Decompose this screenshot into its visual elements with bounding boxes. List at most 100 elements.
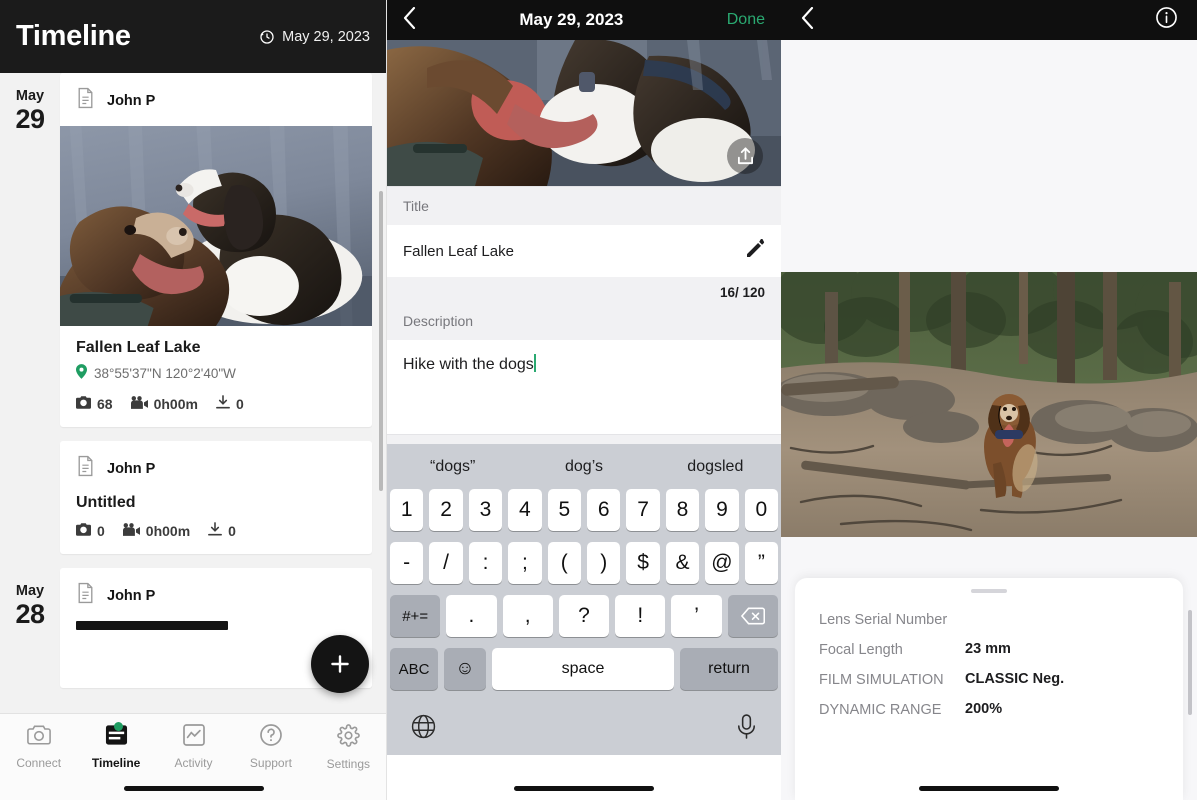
- header-date[interactable]: May 29, 2023: [259, 29, 370, 45]
- key-1[interactable]: 1: [389, 489, 424, 531]
- day-cards: John P: [60, 73, 386, 568]
- sidebar-item-timeline[interactable]: Timeline: [77, 722, 154, 770]
- stat-duration-value: 0h00m: [145, 522, 191, 539]
- key-space[interactable]: space: [492, 648, 674, 690]
- card-header: John P: [60, 441, 372, 494]
- timeline-card[interactable]: John P: [60, 73, 372, 427]
- history-clock-icon: [259, 29, 275, 45]
- stat-duration: 0h00m: [130, 396, 198, 412]
- key-paren-close[interactable]: ): [587, 542, 621, 584]
- card-meta: Fallen Leaf Lake 38°55'37"N 120°2'40"W 6…: [60, 326, 372, 427]
- document-icon: [76, 455, 95, 482]
- editor-header: May 29, 2023 Done: [387, 0, 781, 40]
- day-label: May 29: [0, 73, 60, 133]
- key-colon[interactable]: :: [468, 542, 503, 584]
- page-title: Timeline: [16, 20, 131, 52]
- info-circle-icon[interactable]: [1156, 7, 1177, 33]
- suggestion-0[interactable]: “dogs”: [387, 458, 518, 476]
- key-paren-open[interactable]: (: [547, 542, 581, 584]
- sidebar-item-label: Activity: [174, 756, 213, 770]
- key-return[interactable]: return: [680, 648, 778, 690]
- detail-canvas: [781, 40, 1197, 272]
- pencil-edit-icon[interactable]: [745, 238, 765, 263]
- key-4[interactable]: 4: [508, 489, 542, 531]
- keyboard-row-bottom: ABC ☺ space return: [387, 648, 781, 701]
- key-0[interactable]: 0: [744, 489, 779, 531]
- key-6[interactable]: 6: [587, 489, 621, 531]
- day-month: May: [15, 88, 45, 104]
- stat-photos-value: 68: [97, 395, 113, 412]
- key-8[interactable]: 8: [665, 489, 700, 531]
- key-symbols-toggle[interactable]: #+=: [390, 595, 441, 637]
- description-input[interactable]: Hike with the dogs: [387, 340, 781, 434]
- key-question[interactable]: ?: [558, 595, 610, 637]
- title-field-label: Title: [387, 186, 781, 225]
- timeline-scrollbar[interactable]: [379, 191, 383, 491]
- share-upload-icon[interactable]: [727, 138, 763, 174]
- key-9[interactable]: 9: [705, 489, 739, 531]
- card-header: John P: [60, 73, 372, 126]
- key-comma[interactable]: ,: [502, 595, 553, 637]
- key-3[interactable]: 3: [468, 489, 503, 531]
- card-photo[interactable]: [60, 126, 372, 326]
- description-field-label: Description: [387, 302, 781, 340]
- timeline-panel: Timeline May 29, 2023 May 29 John P Fall…: [0, 0, 387, 800]
- globe-icon[interactable]: [411, 714, 436, 744]
- sidebar-item-connect[interactable]: Connect: [0, 724, 77, 770]
- key-5[interactable]: 5: [547, 489, 581, 531]
- home-indicator: [123, 786, 264, 791]
- stat-photos: 0: [75, 522, 105, 539]
- exif-row: FILM SIMULATION CLASSIC Neg.: [795, 667, 1183, 697]
- key-exclamation[interactable]: !: [615, 595, 666, 637]
- key-dollar[interactable]: $: [626, 542, 660, 584]
- key-quote[interactable]: ”: [744, 542, 779, 584]
- key-2[interactable]: 2: [429, 489, 463, 531]
- location-pin-icon: [76, 364, 87, 382]
- sidebar-item-settings[interactable]: Settings: [310, 724, 386, 771]
- key-ampersand[interactable]: &: [665, 542, 700, 584]
- card-title: Untitled: [76, 494, 136, 511]
- exif-scrollbar[interactable]: [1188, 610, 1192, 715]
- suggestion-2[interactable]: dogsled: [650, 458, 781, 476]
- timeline-card[interactable]: John P Untitled 0 0h00m 0: [60, 441, 372, 554]
- microphone-icon[interactable]: [736, 714, 757, 744]
- suggestion-1[interactable]: dog’s: [518, 458, 649, 476]
- exif-key: Focal Length: [819, 642, 903, 658]
- key-apostrophe[interactable]: ’: [671, 595, 722, 637]
- exif-key: FILM SIMULATION: [819, 672, 944, 688]
- keyboard-row-symbols: - / : ; ( ) $ & @ ”: [387, 542, 781, 595]
- stat-downloads: 0: [208, 522, 236, 539]
- emoji-icon[interactable]: ☺: [444, 648, 486, 690]
- add-entry-button[interactable]: [311, 635, 369, 693]
- done-button[interactable]: Done: [727, 11, 765, 29]
- key-at[interactable]: @: [705, 542, 739, 584]
- sidebar-item-activity[interactable]: Activity: [155, 724, 232, 770]
- key-7[interactable]: 7: [626, 489, 660, 531]
- activity-chart-icon: [182, 724, 205, 751]
- card-author: John P: [107, 92, 156, 109]
- backspace-icon[interactable]: [727, 595, 778, 637]
- detail-photo[interactable]: [781, 272, 1197, 537]
- key-semicolon[interactable]: ;: [508, 542, 542, 584]
- camera-icon: [26, 724, 51, 751]
- key-slash[interactable]: /: [429, 542, 463, 584]
- title-field[interactable]: Fallen Leaf Lake: [387, 225, 781, 277]
- camera-icon: [75, 522, 92, 539]
- key-period[interactable]: .: [446, 595, 497, 637]
- home-indicator: [514, 786, 654, 791]
- sidebar-item-support[interactable]: Support: [232, 724, 309, 770]
- question-circle-icon: [260, 724, 282, 751]
- exif-key: DYNAMIC RANGE: [819, 702, 942, 718]
- chevron-left-icon[interactable]: [403, 6, 416, 34]
- sheet-grabber[interactable]: [971, 589, 1007, 593]
- chevron-left-icon[interactable]: [801, 6, 814, 34]
- title-field-value: Fallen Leaf Lake: [403, 242, 514, 260]
- editor-photo[interactable]: [387, 40, 781, 186]
- day-label: May 28: [0, 568, 60, 628]
- header-date-label: May 29, 2023: [282, 28, 370, 45]
- key-abc-toggle[interactable]: ABC: [390, 648, 438, 690]
- timeline-list[interactable]: May 29 John P Fallen Leaf Lake 38°55'37"…: [0, 73, 386, 713]
- key-hyphen[interactable]: -: [389, 542, 424, 584]
- home-indicator: [919, 786, 1059, 791]
- exif-value: 23 mm: [965, 641, 1011, 657]
